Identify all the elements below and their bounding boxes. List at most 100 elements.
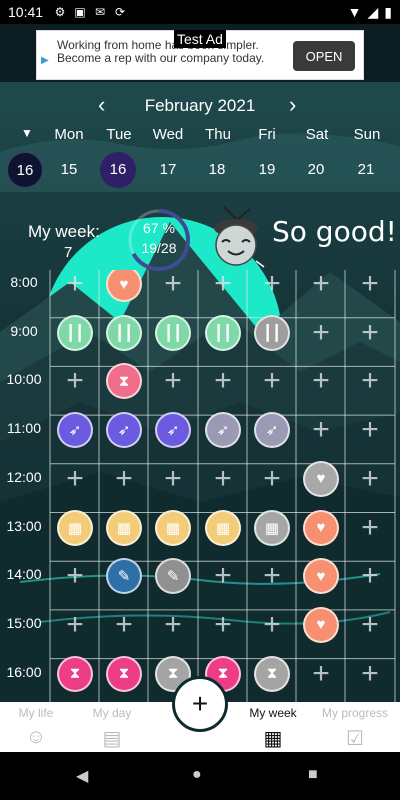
activity-cell-film[interactable]: ▦ — [247, 504, 297, 552]
add-activity-button[interactable]: + — [99, 601, 149, 649]
add-activity-button[interactable]: + — [296, 357, 346, 405]
activity-cell-brush[interactable]: ✎ — [148, 552, 198, 600]
activity-cell-heart[interactable]: ♥ — [99, 270, 149, 308]
add-activity-button[interactable]: + — [296, 650, 346, 698]
plus-icon: + — [214, 270, 232, 300]
activity-cell-brush[interactable]: ✎ — [99, 552, 149, 600]
add-activity-button[interactable]: + — [50, 455, 100, 503]
tab-my-life[interactable]: My life ☺ — [0, 706, 76, 749]
plus-icon: + — [361, 364, 379, 398]
activity-cell-hourglass[interactable]: ⧗ — [247, 650, 297, 698]
add-activity-button[interactable]: + — [99, 455, 149, 503]
activity-cell-hourglass[interactable]: ⧗ — [99, 650, 149, 698]
add-activity-button[interactable]: + — [247, 270, 297, 308]
date-cell[interactable]: 18 — [199, 152, 235, 188]
add-activity-button[interactable]: + — [247, 357, 297, 405]
activity-cell-hourglass[interactable]: ⧗ — [50, 650, 100, 698]
weekday-header: ▼ Mon Tue Wed Thu Fri Sat Sun — [0, 126, 400, 146]
chevron-right-icon[interactable]: › — [289, 92, 296, 118]
activity-cell-rocket[interactable]: ➶ — [148, 406, 198, 454]
dumbbell-icon: ┃┃ — [155, 314, 191, 351]
activity-cell-dumbbell[interactable]: ┃┃ — [50, 309, 100, 357]
back-icon[interactable]: ◀ — [76, 766, 88, 786]
add-activity-button[interactable]: + — [50, 357, 100, 405]
ad-label: Test Ad — [174, 30, 226, 48]
add-activity-button[interactable]: + — [296, 406, 346, 454]
date-cell[interactable]: 15 — [51, 152, 87, 188]
add-activity-button[interactable]: + — [50, 552, 100, 600]
weekday-label: Wed — [152, 126, 184, 143]
add-activity-button[interactable]: + — [296, 270, 346, 308]
add-activity-button[interactable]: + — [50, 601, 100, 649]
activity-cell-dumbbell[interactable]: ┃┃ — [247, 309, 297, 357]
activity-cell-heart[interactable]: ♥ — [296, 455, 346, 503]
film-icon: ▦ — [106, 509, 142, 546]
add-activity-button[interactable]: + — [345, 357, 395, 405]
plus-icon: + — [312, 315, 330, 349]
add-activity-button[interactable]: + — [198, 357, 248, 405]
activity-cell-heart[interactable]: ♥ — [296, 601, 346, 649]
activity-cell-film[interactable]: ▦ — [198, 504, 248, 552]
date-cell[interactable]: 17 — [150, 152, 186, 188]
activity-cell-heart[interactable]: ♥ — [296, 552, 346, 600]
dumbbell-icon: ┃┃ — [254, 314, 290, 351]
home-icon[interactable]: ● — [192, 766, 202, 784]
add-activity-button[interactable]: + — [148, 455, 198, 503]
add-activity-button[interactable]: + — [50, 270, 100, 308]
add-activity-button[interactable]: + — [247, 601, 297, 649]
ad-open-button[interactable]: OPEN — [293, 41, 355, 71]
date-cell[interactable]: 20 — [298, 152, 334, 188]
month-title: February 2021 — [144, 96, 256, 115]
add-activity-button[interactable]: + — [148, 357, 198, 405]
activity-cell-film[interactable]: ▦ — [50, 504, 100, 552]
add-activity-button[interactable]: + — [345, 270, 395, 308]
add-activity-button[interactable]: + — [198, 552, 248, 600]
activity-cell-film[interactable]: ▦ — [148, 504, 198, 552]
add-activity-button[interactable]: + — [345, 309, 395, 357]
activity-cell-dumbbell[interactable]: ┃┃ — [148, 309, 198, 357]
add-fab-button[interactable]: + — [172, 676, 228, 732]
activity-cell-rocket[interactable]: ➶ — [198, 406, 248, 454]
brush-icon: ✎ — [155, 558, 191, 595]
add-activity-button[interactable]: + — [148, 601, 198, 649]
activity-cell-dumbbell[interactable]: ┃┃ — [198, 309, 248, 357]
add-activity-button[interactable]: + — [345, 504, 395, 552]
mail-icon: ✉ — [95, 5, 106, 19]
date-cell-selected[interactable]: 16 — [100, 152, 136, 188]
add-activity-button[interactable]: + — [198, 455, 248, 503]
add-activity-button[interactable]: + — [345, 601, 395, 649]
recents-icon[interactable]: ■ — [308, 766, 318, 784]
add-activity-button[interactable]: + — [198, 601, 248, 649]
activity-cell-dumbbell[interactable]: ┃┃ — [99, 309, 149, 357]
tab-my-progress[interactable]: My progress ☑ — [315, 706, 395, 751]
tab-my-day[interactable]: My day ▤ — [72, 706, 152, 751]
ad-banner[interactable]: ▶ Working from home has been simpler. Be… — [36, 30, 364, 80]
heart-icon: ♥ — [303, 558, 339, 595]
activity-cell-heart[interactable]: ♥ — [296, 504, 346, 552]
add-activity-button[interactable]: + — [345, 455, 395, 503]
hourglass-icon: ⧗ — [106, 363, 142, 400]
add-activity-button[interactable]: + — [148, 270, 198, 308]
activity-cell-rocket[interactable]: ➶ — [99, 406, 149, 454]
activity-cell-film[interactable]: ▦ — [99, 504, 149, 552]
tab-my-week[interactable]: My week ▦ — [233, 706, 313, 751]
brush-icon: ✎ — [106, 558, 142, 595]
dumbbell-icon: ┃┃ — [205, 314, 241, 351]
add-activity-button[interactable]: + — [345, 650, 395, 698]
date-cell[interactable]: 19 — [249, 152, 285, 188]
today-date[interactable]: 16 — [7, 152, 43, 188]
add-activity-button[interactable]: + — [247, 455, 297, 503]
add-activity-button[interactable]: + — [247, 552, 297, 600]
activity-cell-rocket[interactable]: ➶ — [247, 406, 297, 454]
schedule-grid: 8:00 + ♥ + + + + +9:00 ┃┃ ┃┃ ┃┃ ┃┃ ┃┃ + +10:00 + ⧗ + + + + +1… — [0, 270, 400, 702]
activity-cell-rocket[interactable]: ➶ — [50, 406, 100, 454]
add-activity-button[interactable]: + — [296, 309, 346, 357]
add-activity-button[interactable]: + — [345, 552, 395, 600]
add-activity-button[interactable]: + — [345, 406, 395, 454]
date-cell[interactable]: 21 — [348, 152, 384, 188]
plus-icon: + — [214, 364, 232, 398]
ad-choices-icon[interactable]: ▶ — [41, 55, 49, 66]
time-label: 16:00 — [6, 663, 42, 680]
add-activity-button[interactable]: + — [198, 270, 248, 308]
activity-cell-hourglass[interactable]: ⧗ — [99, 357, 149, 405]
